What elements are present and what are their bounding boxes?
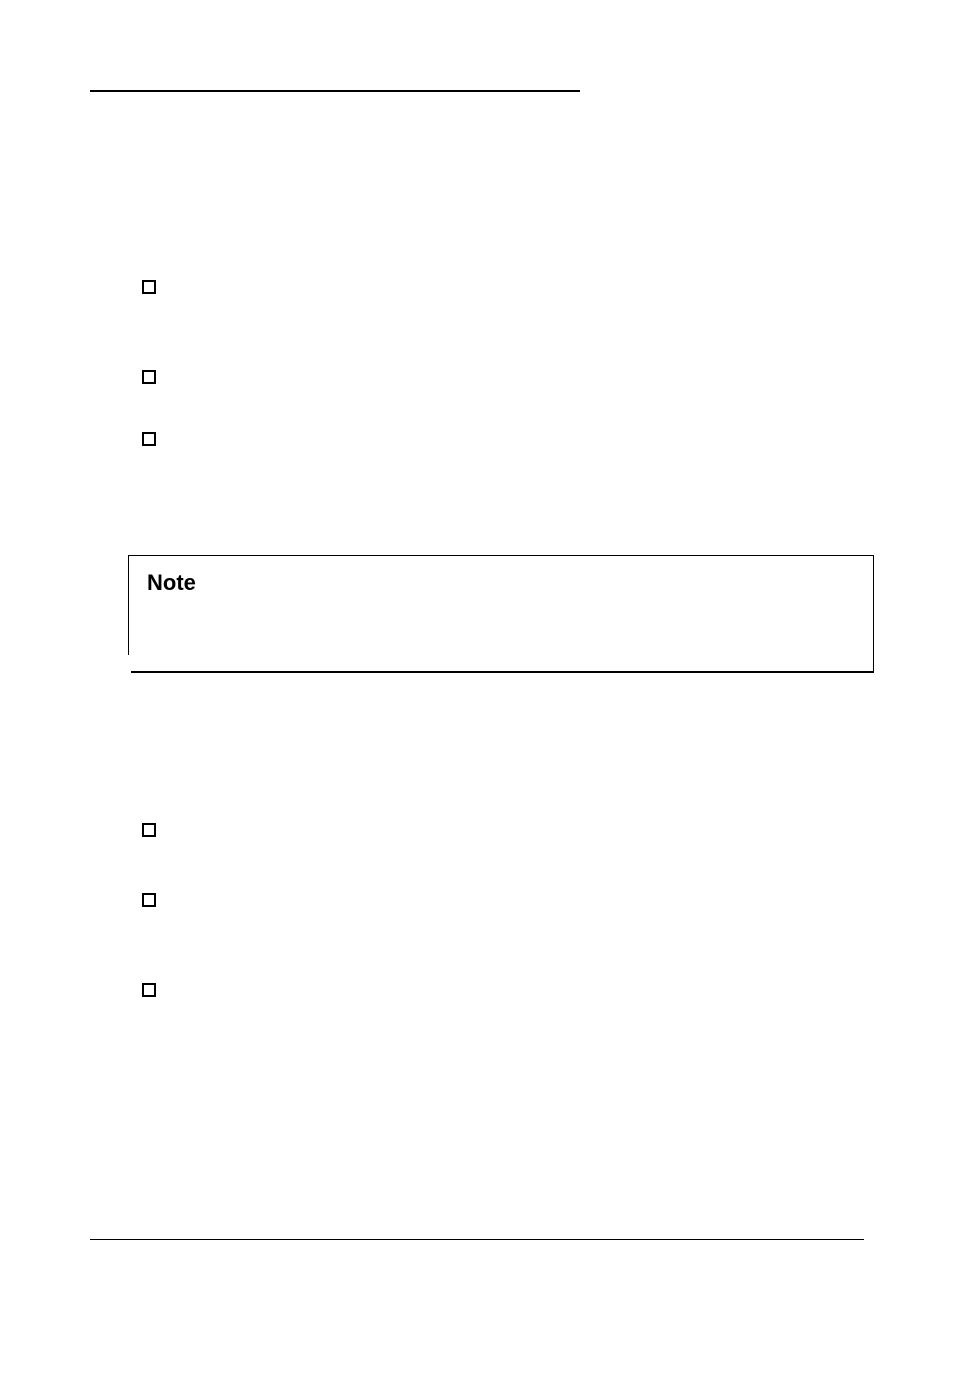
list-item (142, 368, 864, 388)
list-item (142, 430, 864, 450)
bullet-list-top (90, 278, 864, 450)
footer-rule (90, 1239, 864, 1241)
square-bullet-icon (142, 280, 156, 294)
header-rule (90, 90, 580, 92)
square-bullet-icon (142, 370, 156, 384)
bullet-list-bottom (90, 821, 864, 1001)
box-break-decoration (128, 655, 131, 675)
square-bullet-icon (142, 432, 156, 446)
note-callout: Note (128, 555, 874, 673)
square-bullet-icon (142, 893, 156, 907)
document-page: Note (0, 0, 954, 1375)
list-item (142, 891, 864, 911)
note-label: Note (129, 556, 873, 596)
content-area: Note (90, 278, 864, 1001)
list-item (142, 821, 864, 841)
square-bullet-icon (142, 983, 156, 997)
square-bullet-icon (142, 823, 156, 837)
list-item (142, 278, 864, 298)
list-item (142, 981, 864, 1001)
